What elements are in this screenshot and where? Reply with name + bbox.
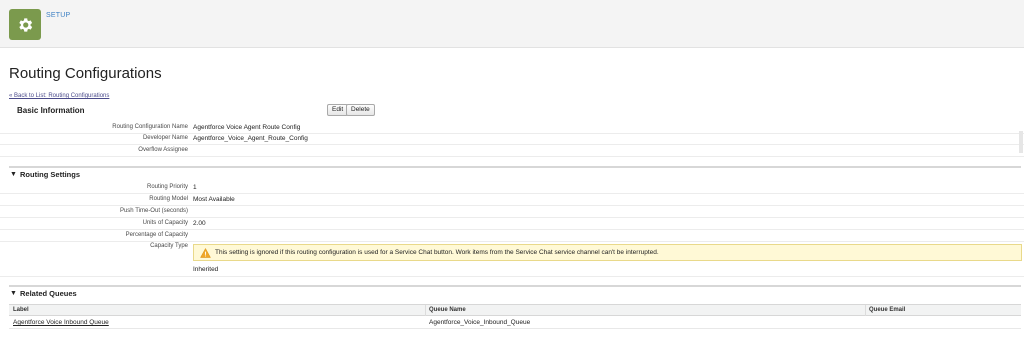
column-header-label[interactable]: Label	[13, 307, 29, 313]
basic-information-heading: Basic Information	[17, 106, 85, 115]
gear-icon[interactable]	[9, 9, 41, 40]
field-value: Agentforce_Voice_Agent_Route_Config	[193, 135, 308, 142]
warning-text: This setting is ignored if this routing …	[215, 249, 659, 256]
setup-header: SETUP	[0, 0, 1024, 48]
field-value: Most Available	[193, 196, 235, 203]
table-row: Agentforce Voice Inbound Queue Agentforc…	[9, 317, 1021, 329]
field-row-overflow-assignee: Overflow Assignee	[0, 145, 1024, 157]
page-title: Routing Configurations	[9, 65, 162, 82]
field-row-developer-name: Developer Name Agentforce_Voice_Agent_Ro…	[0, 133, 1024, 145]
capacity-warning-message: This setting is ignored if this routing …	[193, 244, 1022, 261]
related-queues-section-header[interactable]: ▼ Related Queues	[9, 285, 1021, 299]
column-divider	[865, 305, 866, 316]
field-label: Overflow Assignee	[138, 147, 188, 153]
queue-name-cell: Agentforce_Voice_Inbound_Queue	[429, 319, 531, 326]
field-value: Agentforce Voice Agent Route Config	[193, 124, 301, 131]
field-label: Routing Configuration Name	[112, 124, 188, 130]
field-label: Percentage of Capacity	[125, 232, 188, 238]
collapse-triangle-icon[interactable]: ▼	[10, 290, 17, 297]
warning-icon	[200, 248, 211, 258]
routing-settings-section-header[interactable]: ▼ Routing Settings	[9, 166, 1021, 180]
related-queues-heading: Related Queues	[20, 289, 77, 298]
routing-settings-heading: Routing Settings	[20, 170, 80, 179]
scroll-indicator[interactable]	[1019, 131, 1023, 153]
field-label: Routing Model	[149, 196, 188, 202]
delete-button[interactable]: Delete	[346, 104, 375, 116]
column-divider	[425, 305, 426, 316]
field-row-routing-priority: Routing Priority 1	[0, 182, 1024, 194]
setup-label[interactable]: SETUP	[46, 12, 70, 19]
field-value: 2.00	[193, 220, 206, 227]
back-to-list-link[interactable]: « Back to List: Routing Configurations	[9, 93, 109, 99]
field-label: Capacity Type	[150, 243, 188, 249]
column-header-queue-email[interactable]: Queue Email	[869, 307, 905, 313]
column-header-queue-name[interactable]: Queue Name	[429, 307, 466, 313]
field-row-push-time-out: Push Time-Out (seconds)	[0, 206, 1024, 218]
field-row-routing-model: Routing Model Most Available	[0, 194, 1024, 206]
field-row-units-of-capacity: Units of Capacity 2.00	[0, 218, 1024, 230]
field-value: 1	[193, 184, 197, 191]
related-queues-table-header: Label Queue Name Queue Email	[9, 304, 1021, 316]
field-label: Routing Priority	[146, 184, 188, 190]
field-label: Units of Capacity	[142, 220, 188, 226]
collapse-triangle-icon[interactable]: ▼	[10, 171, 17, 178]
queue-label-link[interactable]: Agentforce Voice Inbound Queue	[13, 319, 109, 326]
capacity-type-value: Inherited	[193, 266, 219, 273]
field-label: Developer Name	[142, 135, 188, 141]
field-label: Push Time-Out (seconds)	[119, 208, 188, 214]
